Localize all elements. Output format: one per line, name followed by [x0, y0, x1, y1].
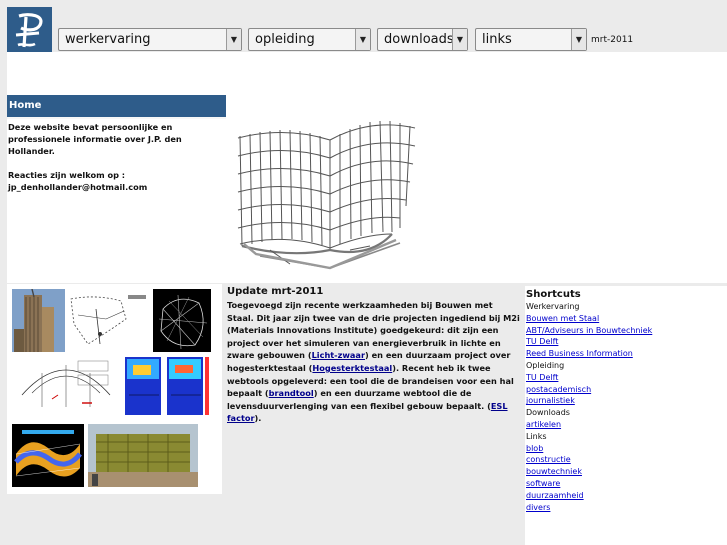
update-text-part: ).	[254, 413, 262, 424]
menu-label: opleiding	[255, 32, 315, 47]
menu-label: downloads	[384, 32, 452, 47]
steel-frame-illustration	[230, 118, 420, 282]
update-title: Update mrt-2011	[227, 286, 324, 297]
shortcut-link[interactable]: TU Delft	[526, 336, 727, 348]
chevron-down-icon[interactable]: ▼	[571, 29, 586, 50]
shortcuts-panel: Shortcuts Werkervaring Bouwen met Staal AB…	[525, 286, 727, 545]
home-heading: Home	[7, 95, 226, 119]
shortcut-link[interactable]: Reed Business Information	[526, 348, 727, 360]
link-licht-zwaar[interactable]: Licht-zwaar	[312, 350, 365, 360]
shortcut-link[interactable]: constructie	[526, 454, 727, 466]
thumb-tower[interactable]	[12, 288, 65, 352]
shortcut-link[interactable]: ABT/Adviseurs in Bouwtechniek	[526, 325, 727, 337]
shortcut-category: Opleiding	[526, 360, 565, 370]
thumb-building[interactable]	[88, 424, 198, 487]
shortcut-link[interactable]: Bouwen met Staal	[526, 313, 727, 325]
update-date: mrt-2011	[591, 35, 634, 45]
shortcut-category: Downloads	[526, 408, 570, 418]
thumb-sketch[interactable]	[66, 289, 152, 352]
shortcut-link[interactable]: duurzaamheid	[526, 490, 727, 502]
shortcut-link[interactable]: journalistiek	[526, 395, 727, 407]
menu-label: links	[482, 32, 512, 47]
shortcut-link[interactable]: artikelen	[526, 419, 727, 431]
chevron-down-icon[interactable]: ▼	[355, 29, 370, 50]
update-text: Toegevoegd zijn recente werkzaamheden bi…	[227, 299, 521, 425]
shortcut-link[interactable]: bouwtechniek	[526, 466, 727, 478]
thumb-color-plot[interactable]	[123, 355, 211, 418]
chevron-down-icon[interactable]: ▼	[226, 29, 241, 50]
thumb-wireframe[interactable]	[153, 289, 211, 352]
page: werkervaring ▼ opleiding ▼ downloads ▼ l…	[0, 0, 727, 545]
menu-label: werkervaring	[65, 32, 151, 47]
menu-downloads[interactable]: downloads ▼	[377, 28, 468, 51]
shortcut-link[interactable]: blob	[526, 443, 727, 455]
link-hogesterktestaal[interactable]: Hogesterktestaal	[312, 363, 392, 373]
shortcut-link[interactable]: postacademisch	[526, 384, 727, 396]
shortcut-link[interactable]: TU Delft	[526, 372, 727, 384]
intro-contact: Reacties zijn welkom op : jp_denhollande…	[8, 170, 148, 192]
shortcut-link[interactable]: software	[526, 478, 727, 490]
shortcuts-list: Werkervaring Bouwen met Staal ABT/Adviseur…	[526, 301, 727, 513]
menu-links[interactable]: links ▼	[475, 28, 587, 51]
shortcut-category: Links	[526, 431, 547, 441]
update-section: Update mrt-2011 Toegevoegd zijn recente …	[227, 286, 521, 425]
menu-werkervaring[interactable]: werkervaring ▼	[58, 28, 242, 51]
logo-icon[interactable]	[7, 7, 52, 52]
menu-opleiding[interactable]: opleiding ▼	[248, 28, 371, 51]
shortcuts-title: Shortcuts	[526, 289, 581, 300]
intro-text: Deze website bevat persoonlijke en profe…	[8, 121, 226, 205]
shortcut-link[interactable]: divers	[526, 502, 727, 514]
chevron-down-icon[interactable]: ▼	[452, 29, 467, 50]
thumb-arc-diagram[interactable]	[12, 355, 120, 418]
intro-description: Deze website bevat persoonlijke en profe…	[8, 122, 182, 156]
project-thumbnails	[7, 284, 222, 494]
link-brandtool[interactable]: brandtool	[269, 388, 314, 398]
thumb-mesh[interactable]	[12, 424, 84, 487]
shortcut-category: Werkervaring	[526, 302, 580, 311]
